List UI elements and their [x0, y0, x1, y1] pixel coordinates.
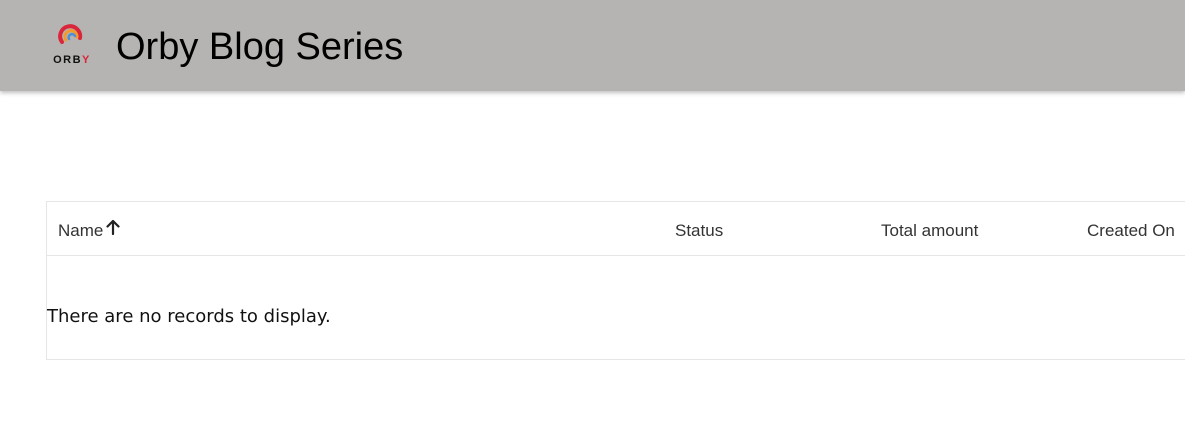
orby-logo[interactable]: ORBY: [46, 24, 98, 70]
empty-state-message: There are no records to display.: [47, 306, 331, 327]
column-header-name-label: Name: [58, 221, 104, 240]
orby-logo-icon: [58, 24, 83, 44]
app-header: ORBY Orby Blog Series: [0, 0, 1185, 91]
arrow-up-icon: [106, 201, 120, 259]
logo-wordmark: ORBY: [53, 54, 91, 66]
column-header-created-on[interactable]: Created On: [1087, 202, 1175, 256]
column-header-total-amount[interactable]: Total amount: [881, 202, 978, 256]
page-title: Orby Blog Series: [116, 26, 404, 68]
records-table: Name Status Total amount Created On Ther…: [46, 201, 1185, 360]
column-header-name[interactable]: Name: [58, 202, 120, 256]
column-header-status[interactable]: Status: [675, 202, 723, 256]
table-header-row: Name Status Total amount Created On: [47, 202, 1185, 256]
